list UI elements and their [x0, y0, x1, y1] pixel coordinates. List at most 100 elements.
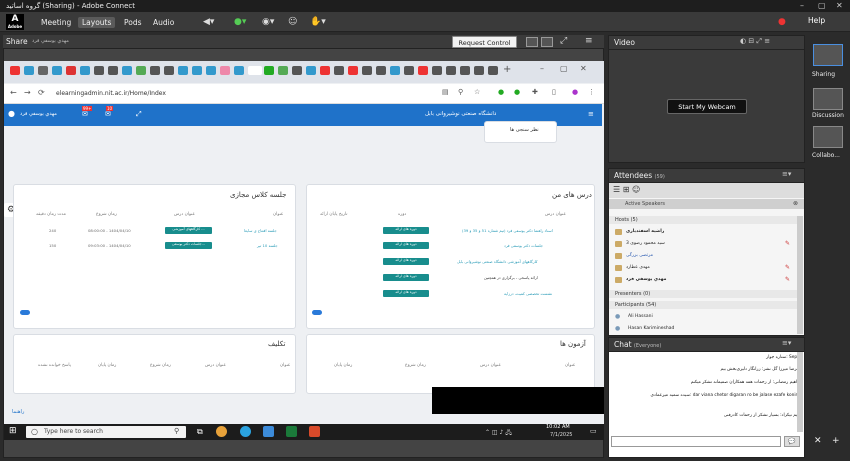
zoom-icon[interactable]: ⚲	[458, 88, 463, 96]
lesson-title[interactable]: جلسات دکتر یوسفی فرد	[504, 243, 543, 248]
lesson-title[interactable]: کارگاههای آموزشی دانشگاه صنعتی نوشیروانی…	[457, 259, 538, 264]
windows-start-icon[interactable]: ⊞	[9, 426, 17, 436]
browser-tab[interactable]	[94, 66, 104, 75]
browser-tab[interactable]	[178, 66, 188, 75]
profile-icon[interactable]: ●	[572, 88, 578, 96]
surveys-link[interactable]: نظر سنجی ها	[510, 127, 539, 133]
browser-tab[interactable]	[122, 66, 132, 75]
adobe-connect-taskbar-icon[interactable]	[309, 426, 320, 437]
browser-tab[interactable]	[234, 66, 244, 75]
reload-icon[interactable]: ⟳	[38, 88, 45, 97]
browser-menu-icon[interactable]: ⋮	[588, 88, 595, 96]
layout-label[interactable]: Sharing	[812, 71, 835, 78]
lesson-courses-button[interactable]: دوره های ارائه	[383, 227, 429, 234]
extensions-icon[interactable]: ✚	[532, 88, 538, 96]
close-active-speakers-icon[interactable]: ⊗	[793, 200, 798, 207]
participant-name[interactable]: Hasan Karimineshad	[628, 326, 674, 331]
class-course[interactable]: جلسات دکتر یوسفی...	[165, 242, 212, 249]
pod-options-icon[interactable]: ≡	[585, 35, 593, 47]
telegram-icon[interactable]	[240, 426, 251, 437]
browser-tab[interactable]	[292, 66, 302, 75]
lesson-title[interactable]: ارائه پاسخی - برگزاری در همچنین	[484, 275, 538, 280]
class-course[interactable]: کارگاههای آموزشی ...	[165, 227, 212, 234]
window-minimize-icon[interactable]: –	[540, 64, 544, 73]
site-menu-icon[interactable]: ≡	[588, 110, 594, 118]
lesson-courses-button[interactable]: دوره های ارائه	[383, 258, 429, 265]
file-explorer-icon[interactable]	[263, 426, 274, 437]
fit-screen-icon[interactable]	[541, 37, 553, 47]
browser-tab[interactable]	[52, 66, 62, 75]
more-button[interactable]	[312, 310, 322, 315]
help-link[interactable]: راهنما	[12, 409, 24, 415]
fullscreen-icon[interactable]: ⤢	[560, 35, 567, 47]
bookmark-icon[interactable]: ☆	[474, 88, 480, 96]
webcam-icon[interactable]: ◉▾	[262, 16, 274, 28]
add-layout-icon[interactable]: +	[832, 436, 840, 446]
browser-tab[interactable]	[474, 66, 484, 75]
site-user-name[interactable]: مهدي يوسفي فرد	[20, 111, 57, 117]
microphone-icon[interactable]: ●▾	[234, 16, 246, 28]
layout-thumb-discussion[interactable]	[813, 88, 843, 110]
messages-icon[interactable]: ✉	[82, 110, 88, 118]
browser-tab[interactable]	[334, 66, 344, 75]
browser-tab[interactable]	[432, 66, 442, 75]
browser-tab-active[interactable]	[248, 66, 262, 75]
browser-tab[interactable]	[206, 66, 216, 75]
request-control-button[interactable]: Request Control	[452, 36, 517, 48]
participants-group-header[interactable]: Participants (54)	[609, 301, 797, 309]
layout-thumb-collaboration[interactable]	[813, 126, 843, 148]
attendees-scrollbar[interactable]	[797, 216, 803, 334]
menu-help[interactable]: Help	[808, 16, 825, 25]
host-name[interactable]: سید محمود رضوی 3	[626, 241, 665, 246]
status-icon[interactable]: ☺	[288, 16, 297, 28]
browser-tab[interactable]	[460, 66, 470, 75]
new-tab-icon[interactable]: +	[503, 64, 511, 75]
browser-tab[interactable]	[24, 66, 34, 75]
notification-center-icon[interactable]: ▭	[590, 427, 597, 435]
layout-thumb-sharing[interactable]	[813, 44, 843, 66]
browser-tab[interactable]	[10, 66, 20, 75]
more-button[interactable]	[20, 310, 30, 315]
browser-tab[interactable]	[278, 66, 288, 75]
video-pod-controls-icon[interactable]: ◐ ⊟ ⤢ ≡	[740, 37, 770, 46]
browser-tab[interactable]	[80, 66, 90, 75]
excel-icon[interactable]	[286, 426, 297, 437]
class-title[interactable]: جلسه افتتاح ی سایعا	[244, 228, 277, 233]
browser-tab[interactable]	[264, 66, 274, 75]
host-name[interactable]: مرتضی بزرگی	[626, 253, 653, 258]
start-webcam-button[interactable]: Start My Webcam	[667, 99, 747, 114]
lesson-title[interactable]: نشست تخصصی کمیت، درزایه	[504, 291, 552, 296]
window-restore-icon[interactable]: ▢	[560, 64, 568, 73]
browser-tab[interactable]	[38, 66, 48, 75]
browser-tab[interactable]	[404, 66, 414, 75]
taskbar-search-input[interactable]: Type here to search	[26, 426, 186, 438]
notifications-icon[interactable]: ✉	[105, 110, 111, 118]
record-icon[interactable]: ●	[778, 16, 786, 28]
menu-pods[interactable]: Pods	[124, 17, 142, 28]
browser-tab[interactable]	[306, 66, 316, 75]
class-title[interactable]: جلسه 10 تیر	[257, 243, 278, 248]
chat-scrollbar[interactable]	[797, 352, 803, 432]
task-view-icon[interactable]: ⧉	[197, 427, 203, 437]
close-icon[interactable]: ✕	[836, 0, 843, 12]
fit-width-icon[interactable]	[526, 37, 538, 47]
browser-tab[interactable]	[376, 66, 386, 75]
browser-tab[interactable]	[66, 66, 76, 75]
chat-send-button[interactable]: 💬	[784, 436, 800, 447]
lesson-courses-button[interactable]: دوره های ارائه	[383, 290, 429, 297]
browser-tab[interactable]	[418, 66, 428, 75]
taskbar-date[interactable]: 7/1/2025	[550, 432, 572, 438]
minimize-icon[interactable]: –	[800, 0, 804, 12]
lesson-courses-button[interactable]: دوره های ارائه	[383, 274, 429, 281]
mic-icon[interactable]: ⚲	[174, 427, 179, 435]
extension-icon[interactable]: ●	[498, 88, 504, 96]
extension-icon[interactable]: ●	[514, 88, 520, 96]
url-input[interactable]: elearningadmin.nit.ac.ir/Home/Index	[56, 89, 426, 99]
browser-tab[interactable]	[136, 66, 146, 75]
layout-label[interactable]: Discussion	[812, 112, 844, 119]
browser-tab[interactable]	[446, 66, 456, 75]
window-close-icon[interactable]: ✕	[580, 64, 587, 73]
chrome-icon[interactable]	[216, 426, 227, 437]
raise-hand-icon[interactable]: ✋▾	[310, 16, 326, 28]
browser-tab[interactable]	[108, 66, 118, 75]
